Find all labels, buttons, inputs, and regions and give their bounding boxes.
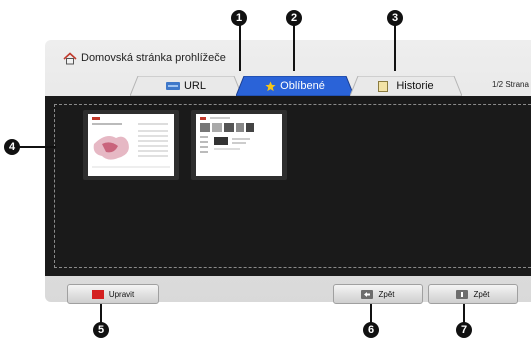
back-button-label: Zpět [378,289,395,299]
callout-line [100,304,102,323]
page-preview-image [200,117,254,153]
page-preview [196,114,282,176]
callout-line [239,25,241,71]
callout-5: 5 [93,322,109,338]
tab-history[interactable]: Historie [350,76,462,96]
page-preview [88,114,174,176]
callout-2: 2 [286,10,302,26]
url-icon [165,82,180,90]
info-key-icon [456,289,469,299]
callout-3: 3 [387,10,403,26]
home-page-link[interactable]: Domovská stránka prohlížeče [63,50,226,66]
callout-line [293,25,295,71]
back-button-secondary[interactable]: Zpět [428,284,518,304]
page-preview-image [92,117,170,168]
page-indicator: 1/2 Strana [492,80,529,89]
home-page-title: Domovská stránka prohlížeče [81,52,226,64]
back-button[interactable]: Zpět [333,284,423,304]
callout-7: 7 [456,322,472,338]
tab-url[interactable]: URL [130,76,242,96]
tab-label: Historie [396,80,434,92]
back-button-label: Zpět [473,289,490,299]
callout-6: 6 [363,322,379,338]
tab-label: URL [183,80,206,92]
callout-1: 1 [231,10,247,26]
favorite-thumbnail[interactable] [83,110,179,180]
back-key-icon [361,289,374,299]
callout-line [18,146,56,148]
callout-line [370,304,372,323]
callout-line [394,25,396,71]
callout-line [463,304,465,323]
tab-label: Oblíbené [280,80,325,92]
edit-button[interactable]: Upravit [67,284,159,304]
history-icon [378,80,389,92]
edit-button-label: Upravit [108,289,135,299]
red-key-icon [91,289,104,299]
callout-4: 4 [4,139,20,155]
favorite-thumbnail[interactable] [191,110,287,180]
home-icon [63,51,77,65]
tab-favorites[interactable]: Oblíbené [236,76,354,96]
star-icon [265,80,276,91]
